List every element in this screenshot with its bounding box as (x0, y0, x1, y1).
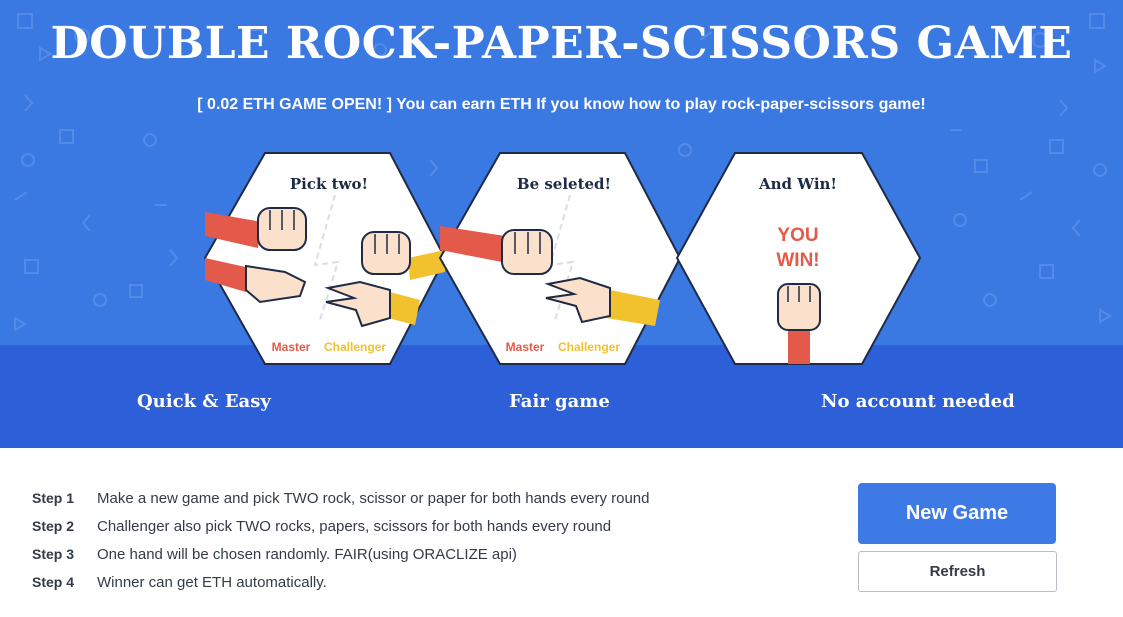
step-row: Step 1 Make a new game and pick TWO rock… (32, 484, 649, 512)
master-label: Master (272, 340, 311, 354)
feature-quick-easy: Quick & Easy (137, 391, 271, 412)
steps-list: Step 1 Make a new game and pick TWO rock… (32, 484, 649, 596)
hex-illustrations: Pick two! Master Challenger Be seleted! … (203, 152, 922, 365)
step-text: One hand will be chosen randomly. FAIR(u… (97, 545, 517, 563)
panel-heading: Pick two! (290, 175, 368, 193)
challenger-label: Challenger (324, 340, 386, 354)
challenger-label: Challenger (558, 340, 620, 354)
step-label: Step 4 (32, 574, 75, 590)
hero-section: DOUBLE ROCK-PAPER-SCISSORS GAME [ 0.02 E… (0, 0, 1123, 448)
panel-heading: And Win! (758, 175, 837, 193)
refresh-button[interactable]: Refresh (858, 551, 1057, 592)
step-row: Step 4 Winner can get ETH automatically. (32, 568, 649, 596)
panel-heading: Be seleted! (517, 175, 611, 193)
feature-fair-game: Fair game (509, 391, 610, 412)
step-label: Step 1 (32, 490, 75, 506)
you-win-line1: YOU (777, 225, 818, 246)
you-win-line2: WIN! (776, 250, 819, 271)
hex-panel-and-win: And Win! YOU WIN! (675, 152, 922, 365)
step-row: Step 2 Challenger also pick TWO rocks, p… (32, 512, 649, 540)
new-game-button[interactable]: New Game (858, 483, 1056, 544)
step-row: Step 3 One hand will be chosen randomly.… (32, 540, 649, 568)
step-label: Step 3 (32, 546, 75, 562)
step-text: Winner can get ETH automatically. (97, 573, 327, 591)
step-text: Challenger also pick TWO rocks, papers, … (97, 517, 612, 535)
hex-panel-be-selected: Be seleted! Master Challenger (438, 152, 682, 365)
hex-panel-pick-two: Pick two! Master Challenger (203, 152, 447, 365)
feature-no-account: No account needed (821, 391, 1015, 412)
step-text: Make a new game and pick TWO rock, sciss… (97, 489, 650, 507)
master-label: Master (506, 340, 545, 354)
step-label: Step 2 (32, 518, 75, 534)
